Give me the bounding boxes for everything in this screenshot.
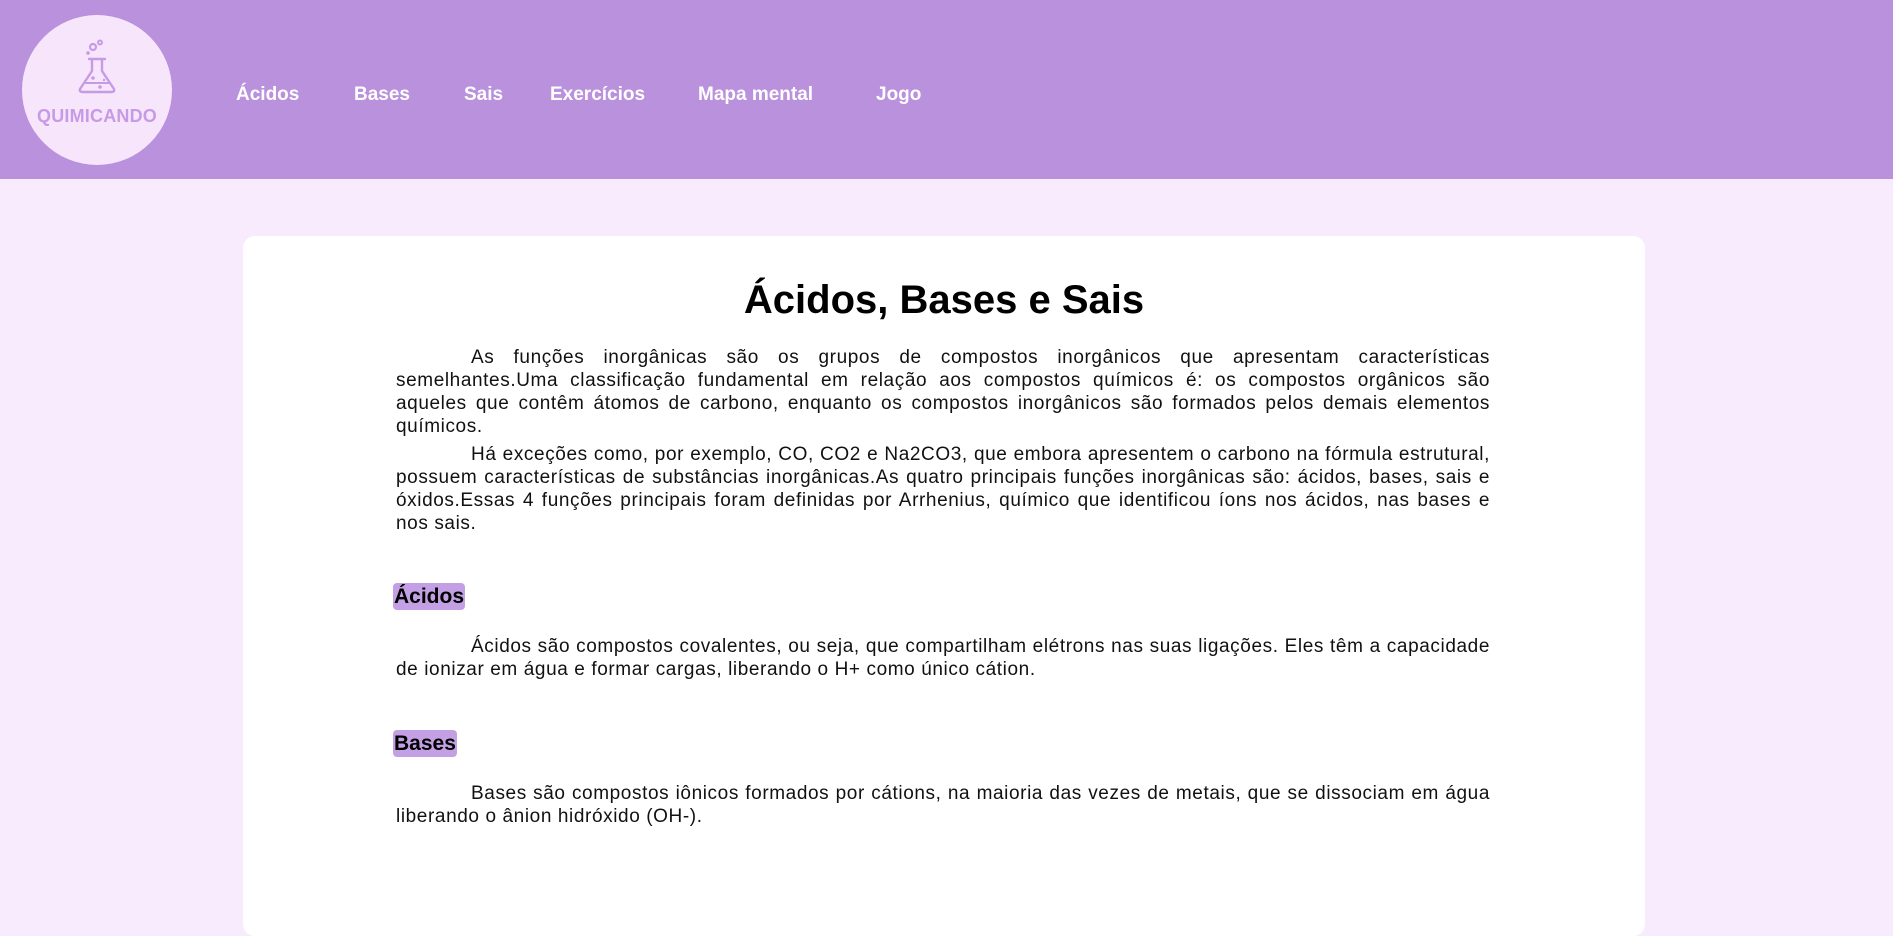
intro-paragraph-1: As funções inorgânicas são os grupos de … <box>396 347 1490 437</box>
section-heading-bases: Bases <box>393 730 457 757</box>
logo[interactable]: QUIMICANDO <box>22 15 172 165</box>
content-card: Ácidos, Bases e Sais As funções inorgâni… <box>243 236 1645 936</box>
section-heading-acidos: Ácidos <box>393 583 466 610</box>
section-text-acidos: Ácidos são compostos covalentes, ou seja… <box>396 636 1490 680</box>
site-header: QUIMICANDO Ácidos Bases Sais Exercícios … <box>0 0 1893 179</box>
nav-sais-link[interactable]: Sais <box>464 84 503 106</box>
nav-jogo-link[interactable]: Jogo <box>876 84 921 106</box>
logo-text: QUIMICANDO <box>37 106 157 126</box>
section-text-bases: Bases são compostos iônicos formados por… <box>396 783 1490 827</box>
intro-paragraph-2: Há exceções como, por exemplo, CO, CO2 e… <box>396 444 1490 534</box>
nav-exercicios-link[interactable]: Exercícios <box>550 84 645 106</box>
nav-acidos-link[interactable]: Ácidos <box>236 84 299 106</box>
page-title: Ácidos, Bases e Sais <box>743 278 1145 322</box>
flask-icon <box>78 39 116 94</box>
nav-mapa-mental-link[interactable]: Mapa mental <box>698 84 813 106</box>
nav-bases-link[interactable]: Bases <box>354 84 410 106</box>
